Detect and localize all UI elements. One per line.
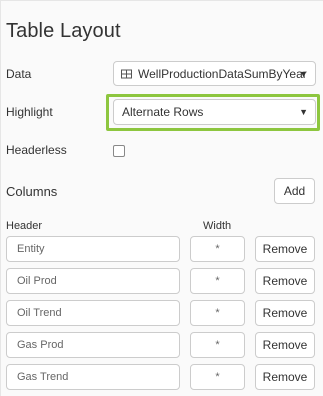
panel-title: Table Layout [6, 20, 121, 42]
width-column-label: Width [203, 220, 232, 232]
column-header-input[interactable]: Gas Trend [6, 364, 180, 390]
panel-left-border [0, 0, 1, 396]
remove-column-button[interactable]: Remove [255, 364, 315, 390]
column-header-input[interactable]: Gas Prod [6, 332, 180, 358]
column-header-input[interactable]: Entity [6, 236, 180, 262]
column-width-input[interactable]: * [190, 236, 245, 262]
remove-column-button[interactable]: Remove [255, 332, 315, 358]
remove-column-button[interactable]: Remove [255, 236, 315, 262]
header-column-label: Header [6, 220, 43, 232]
headerless-checkbox[interactable] [113, 145, 125, 157]
table-icon [121, 69, 132, 78]
remove-column-button[interactable]: Remove [255, 300, 315, 326]
highlight-select[interactable]: Alternate Rows ▼ [113, 99, 316, 125]
highlight-label: Highlight [6, 105, 53, 119]
chevron-down-icon: ▼ [299, 68, 308, 79]
data-label: Data [6, 67, 32, 81]
column-header-input[interactable]: Oil Prod [6, 268, 180, 294]
column-width-input[interactable]: * [190, 268, 245, 294]
data-select[interactable]: WellProductionDataSumByYear ▼ [113, 61, 316, 86]
highlight-select-value: Alternate Rows [122, 105, 204, 119]
chevron-down-icon: ▼ [299, 107, 308, 117]
add-column-button[interactable]: Add [274, 178, 315, 204]
columns-label: Columns [6, 184, 58, 199]
table-layout-panel: Table Layout Data WellProductionDataSumB… [0, 0, 323, 396]
column-width-input[interactable]: * [190, 300, 245, 326]
panel-top-border [0, 0, 323, 1]
remove-column-button[interactable]: Remove [255, 268, 315, 294]
column-header-input[interactable]: Oil Trend [6, 300, 180, 326]
column-width-input[interactable]: * [190, 364, 245, 390]
headerless-label: Headerless [6, 143, 67, 157]
column-width-input[interactable]: * [190, 332, 245, 358]
data-select-value: WellProductionDataSumByYear [138, 66, 307, 81]
